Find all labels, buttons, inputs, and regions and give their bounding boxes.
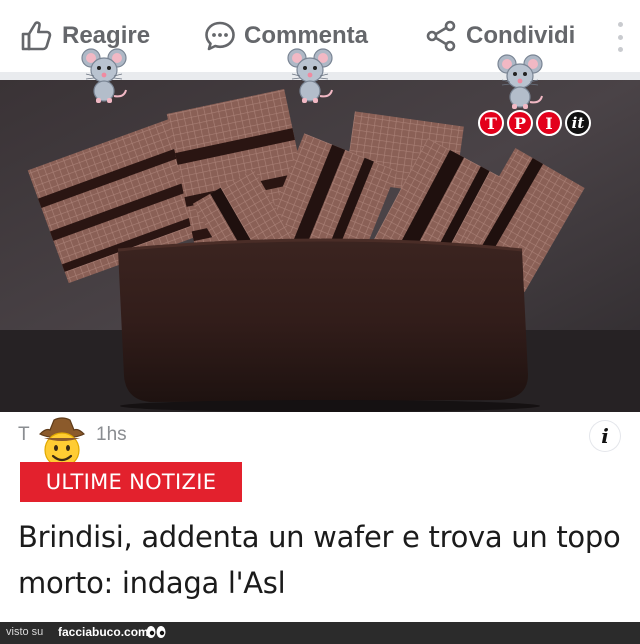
site-name[interactable]: facciabuco.com xyxy=(58,625,149,639)
tpi-logo-letter: I xyxy=(536,110,562,136)
tpi-logo-suffix: it xyxy=(565,110,591,136)
mouse-emoji-icon xyxy=(81,48,127,103)
seen-on-label: visto su xyxy=(6,626,44,638)
source-row: T 1hs xyxy=(0,412,640,458)
comment-bubble-icon xyxy=(205,21,235,51)
tpi-logo: T P I it xyxy=(478,110,591,136)
tpi-logo-letter: P xyxy=(507,110,533,136)
mouse-emoji-icon xyxy=(287,48,333,103)
breaking-news-badge: ULTIME NOTIZIE xyxy=(20,462,242,502)
info-icon[interactable]: i xyxy=(590,421,620,451)
watermark-footer: visto su facciabuco.com xyxy=(0,622,640,644)
tpi-logo-letter: T xyxy=(478,110,504,136)
share-nodes-icon xyxy=(426,20,456,52)
article-headline[interactable]: Brindisi, addenta un wafer e trova un to… xyxy=(18,514,628,606)
post-time: 1hs xyxy=(96,424,127,445)
thumbs-up-icon xyxy=(21,21,52,51)
more-vertical-icon[interactable] xyxy=(612,22,628,52)
eyes-icon xyxy=(146,626,166,638)
mouse-emoji-icon xyxy=(497,54,543,109)
share-label: Condividi xyxy=(466,22,576,49)
source-name[interactable]: T xyxy=(18,424,30,446)
